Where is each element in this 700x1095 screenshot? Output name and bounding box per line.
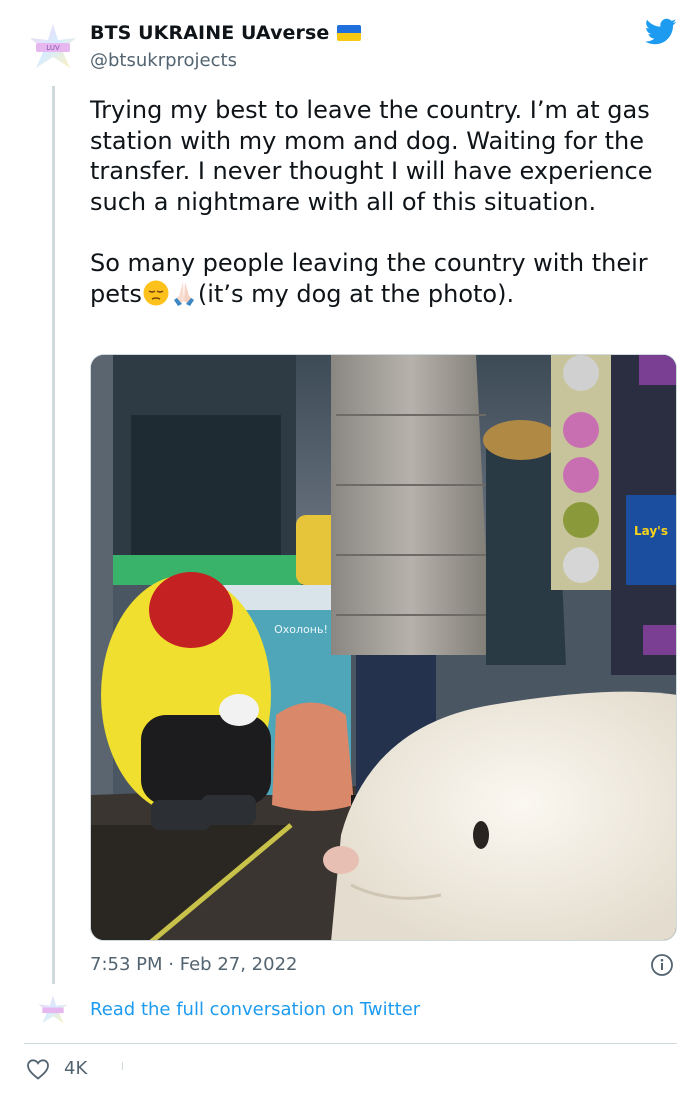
like-count[interactable]: 4K (64, 1058, 87, 1079)
author-display-name[interactable]: BTS UKRAINE UAverse (90, 22, 329, 44)
author-name-row[interactable]: BTS UKRAINE UAverse (90, 22, 362, 44)
tweet-paragraph-2: So many people leaving the country with … (90, 248, 665, 309)
tweet-date[interactable]: Feb 27, 2022 (180, 954, 298, 975)
divider (24, 1043, 677, 1044)
photo-illustration: Охолонь! Lay's (91, 355, 676, 940)
freezer-sign: Охолонь! (274, 623, 328, 636)
heart-icon[interactable] (26, 1058, 50, 1080)
tweet-time[interactable]: 7:53 PM (90, 954, 163, 975)
tweet-timestamp[interactable]: 7:53 PM · Feb 27, 2022 (90, 954, 297, 975)
avatar-text: LUV (46, 44, 60, 52)
author-handle[interactable]: @btsukrprojects (90, 50, 237, 71)
twitter-bird-icon[interactable] (645, 18, 677, 46)
info-icon[interactable] (650, 953, 674, 977)
author-small-avatar[interactable] (36, 993, 70, 1027)
pensive-face-emoji-icon (143, 280, 169, 305)
action-separator (122, 1062, 123, 1070)
tweet-photo[interactable]: Охолонь! Lay's (90, 354, 677, 941)
tweet-paragraph-1: Trying my best to leave the country. I’m… (90, 96, 653, 216)
ukraine-flag-icon (337, 25, 362, 41)
read-full-conversation-link[interactable]: Read the full conversation on Twitter (90, 999, 420, 1020)
folded-hands-emoji-icon (173, 281, 194, 306)
tweet-text: Trying my best to leave the country. I’m… (90, 95, 665, 340)
tweet-paragraph-2-end: (it’s my dog at the photo). (197, 279, 515, 308)
thread-connector-line (52, 86, 55, 984)
tweet-embed-card: LUV BTS UKRAINE UAverse @btsukrprojects … (0, 0, 700, 1095)
chips-label: Lay's (634, 524, 668, 538)
author-avatar[interactable]: LUV (26, 20, 80, 74)
meta-separator: · (168, 954, 174, 975)
